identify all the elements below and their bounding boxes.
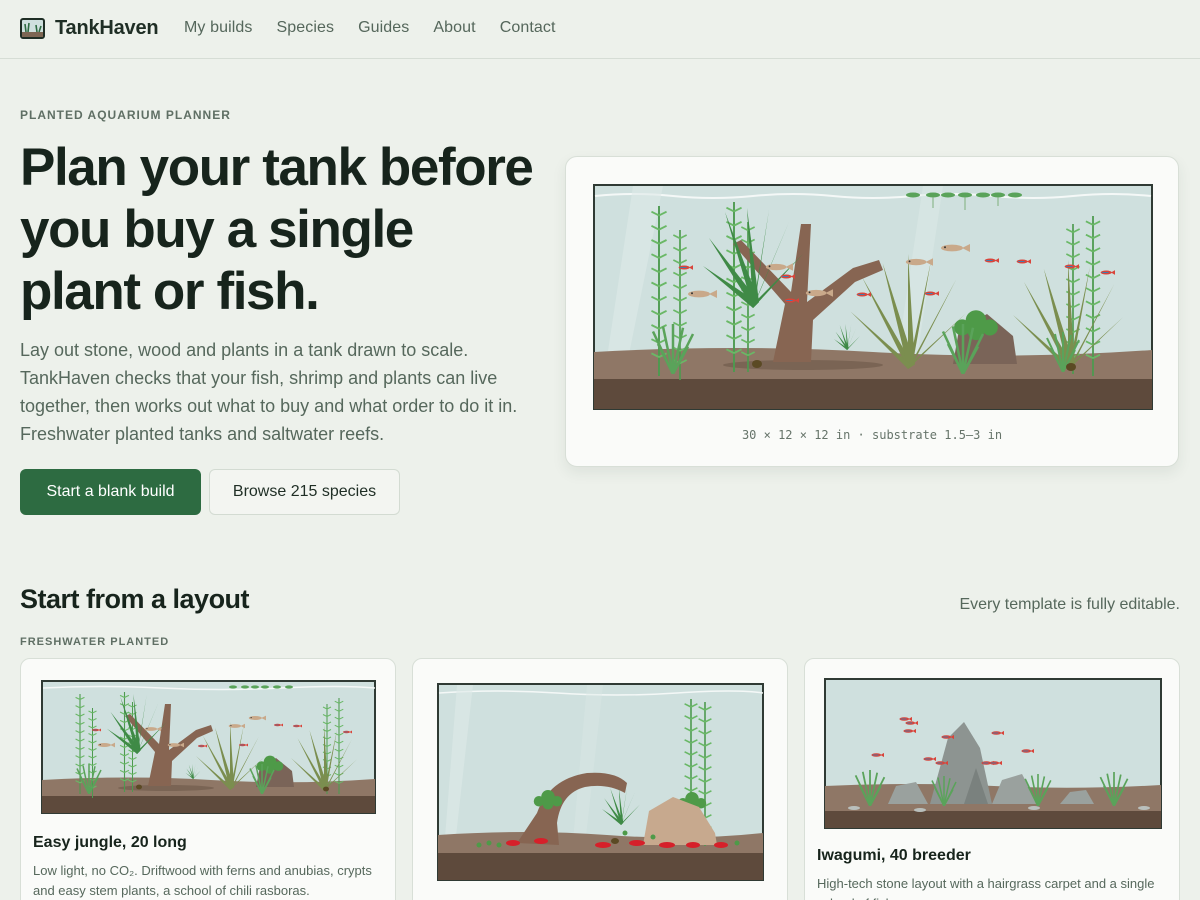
- template-title: Easy jungle, 20 long: [33, 834, 187, 851]
- browse-species-button[interactable]: Browse 215 species: [209, 469, 400, 515]
- template-card-iwagumi[interactable]: Iwagumi, 40 breeder High-tech stone layo…: [804, 658, 1180, 900]
- template-thumbnail: [437, 683, 764, 881]
- brand[interactable]: TankHaven: [20, 17, 159, 40]
- top-navigation: TankHaven My builds Species Guides About…: [0, 0, 1200, 59]
- nav-guides[interactable]: Guides: [358, 19, 409, 37]
- tank-dimensions: 30 × 12 × 12 in · substrate 1.5–3 in: [741, 428, 1003, 442]
- template-card-arch[interactable]: [412, 658, 788, 900]
- nav-contact[interactable]: Contact: [500, 19, 556, 37]
- freshwater-group-label: FRESHWATER PLANTED: [20, 636, 170, 648]
- start-blank-build-button[interactable]: Start a blank build: [20, 469, 201, 515]
- hero-tank-preview: 30 × 12 × 12 in · substrate 1.5–3 in: [565, 156, 1179, 467]
- tank-illustration: [593, 184, 1153, 410]
- template-description: Low light, no CO₂. Driftwood with ferns …: [33, 863, 372, 898]
- tank-logo-icon: [20, 18, 45, 39]
- template-card-easy-jungle[interactable]: Easy jungle, 20 long Low light, no CO₂. …: [20, 658, 396, 900]
- main-nav: My builds Species Guides About Contact: [184, 19, 556, 37]
- templates-note: Every template is fully editable.: [959, 596, 1180, 613]
- hero-eyebrow: PLANTED AQUARIUM PLANNER: [20, 108, 231, 122]
- hero-title: Plan your tank before you buy a single p…: [20, 138, 534, 321]
- template-title: Iwagumi, 40 breeder: [817, 847, 971, 864]
- template-description: High-tech stone layout with a hairgrass …: [817, 876, 1155, 900]
- hero-description: Lay out stone, wood and plants in a tank…: [20, 340, 518, 444]
- nav-species[interactable]: Species: [276, 19, 334, 37]
- template-thumbnail: [824, 678, 1162, 829]
- brand-name: TankHaven: [55, 17, 159, 39]
- nav-my-builds[interactable]: My builds: [184, 19, 252, 37]
- nav-about[interactable]: About: [433, 19, 475, 37]
- template-thumbnail: [41, 680, 376, 814]
- templates-title: Start from a layout: [20, 584, 250, 614]
